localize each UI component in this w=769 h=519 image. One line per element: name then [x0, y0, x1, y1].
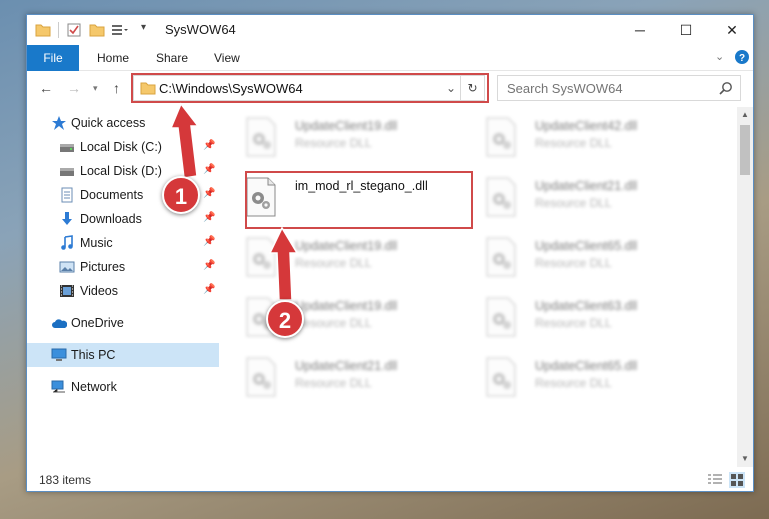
annotation-overlay — [169, 102, 299, 301]
callout-step-2: 2 — [266, 300, 304, 338]
arrow-up-2-icon — [268, 226, 299, 301]
callout-step-1: 1 — [162, 176, 200, 214]
arrow-up-1-icon — [169, 102, 200, 179]
